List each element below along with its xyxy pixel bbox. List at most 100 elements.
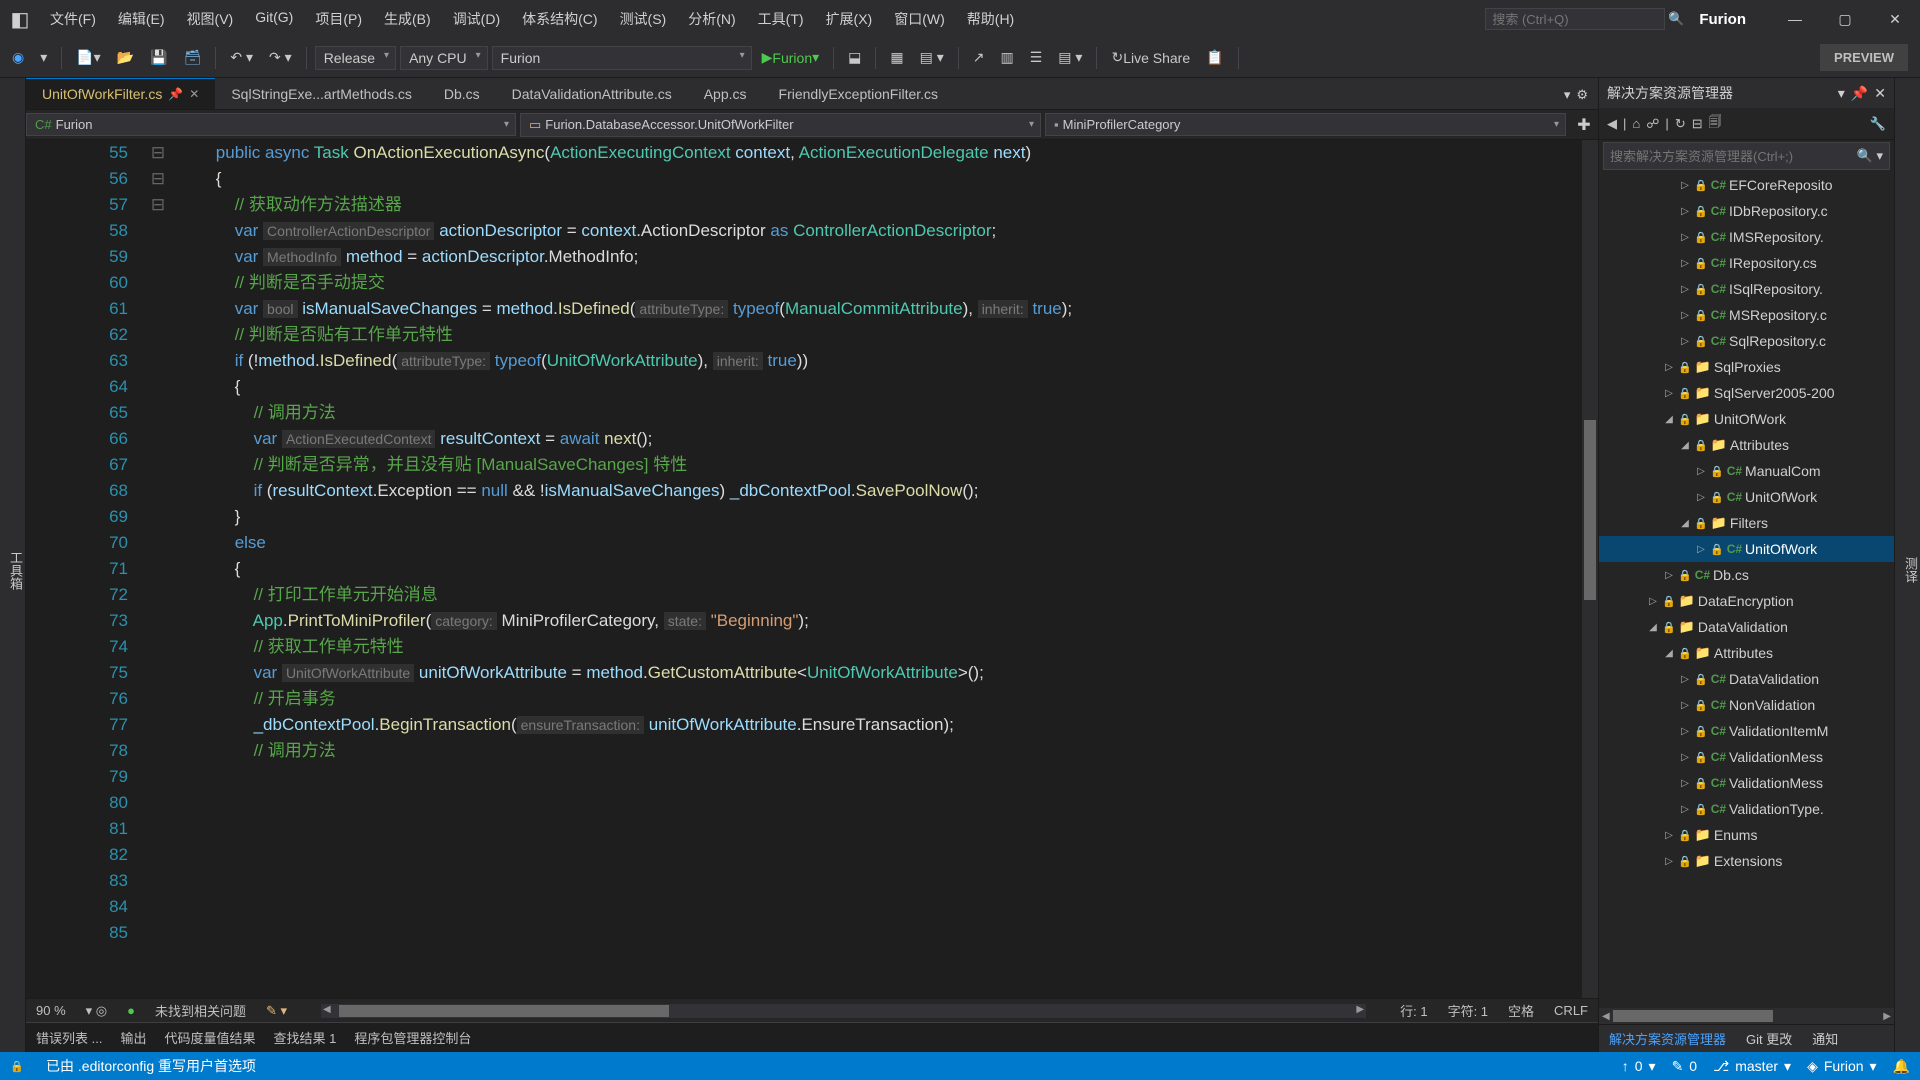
brush-icon[interactable]: ✎ ▾ — [266, 1003, 287, 1019]
tree-item[interactable]: ▷🔒C#ValidationMess — [1599, 770, 1894, 796]
editor-tab[interactable]: UnitOfWorkFilter.cs📌✕ — [26, 78, 215, 109]
menu-item[interactable]: 生成(B) — [374, 1, 441, 37]
close-tab-icon[interactable]: ✕ — [189, 87, 199, 101]
scope-combo[interactable]: C#Furion — [26, 113, 516, 136]
live-share-button[interactable]: ↻ Live Share — [1105, 45, 1196, 70]
expand-icon[interactable]: ▷ — [1663, 570, 1675, 581]
se-back-icon[interactable]: ◀ — [1607, 116, 1617, 132]
notifications-icon[interactable]: 🔔 — [1893, 1058, 1910, 1075]
editor-tab[interactable]: Db.cs — [428, 79, 496, 109]
tree-item[interactable]: ▷🔒📁Extensions — [1599, 848, 1894, 874]
expand-icon[interactable]: ▷ — [1679, 804, 1691, 815]
startup-project-combo[interactable]: Furion — [492, 46, 752, 70]
menu-item[interactable]: 视图(V) — [177, 1, 244, 37]
expand-icon[interactable]: ◢ — [1663, 648, 1675, 659]
menu-item[interactable]: 扩展(X) — [816, 1, 883, 37]
config-combo[interactable]: Release — [315, 46, 396, 70]
expand-icon[interactable]: ▷ — [1679, 180, 1691, 191]
preview-badge[interactable]: PREVIEW — [1820, 44, 1908, 71]
expand-icon[interactable]: ▷ — [1647, 596, 1659, 607]
minimize-button[interactable]: — — [1770, 0, 1820, 38]
menu-item[interactable]: 编辑(E) — [108, 1, 175, 37]
split-editor-button[interactable]: ✚ — [1570, 115, 1598, 135]
editor-tab[interactable]: DataValidationAttribute.cs — [496, 79, 688, 109]
tree-item[interactable]: ▷🔒C#EFCoreReposito — [1599, 172, 1894, 198]
tree-item[interactable]: ▷🔒C#ISqlRepository. — [1599, 276, 1894, 302]
fold-column[interactable]: ⊟⊟⊟ — [146, 140, 170, 998]
run-button[interactable]: ▶ Furion ▾ — [756, 45, 826, 70]
tree-item[interactable]: ▷🔒C#ValidationItemM — [1599, 718, 1894, 744]
maximize-button[interactable]: ▢ — [1820, 0, 1870, 38]
open-button[interactable]: 📂 — [111, 45, 140, 70]
repo-chip[interactable]: ◈ Furion ▾ — [1807, 1058, 1877, 1075]
vertical-scrollbar[interactable] — [1582, 140, 1598, 998]
nav-back-icon[interactable]: ▾ — [34, 45, 53, 70]
expand-icon[interactable]: ▷ — [1679, 700, 1691, 711]
tree-item[interactable]: ▷🔒📁Enums — [1599, 822, 1894, 848]
tree-item[interactable]: ▷🔒C#Db.cs — [1599, 562, 1894, 588]
bottom-window-tab[interactable]: 输出 — [120, 1028, 146, 1047]
expand-icon[interactable]: ▷ — [1679, 284, 1691, 295]
tool-icon-5[interactable]: ▥ — [995, 45, 1020, 70]
tree-item[interactable]: ▷🔒C#IRepository.cs — [1599, 250, 1894, 276]
zoom-dropdown-icon[interactable]: ▾ ◎ — [86, 1003, 107, 1019]
publish-chip[interactable]: ↑ 0 ▾ — [1622, 1058, 1656, 1075]
expand-icon[interactable]: ▷ — [1679, 258, 1691, 269]
expand-icon[interactable]: ▷ — [1663, 830, 1675, 841]
whitespace-mode[interactable]: 空格 — [1508, 1001, 1534, 1020]
expand-icon[interactable]: ▷ — [1695, 466, 1707, 477]
menu-item[interactable]: 项目(P) — [305, 1, 372, 37]
se-showall-icon[interactable]: 🗐 — [1709, 113, 1722, 135]
menu-item[interactable]: 测试(S) — [610, 1, 677, 37]
menu-item[interactable]: 窗口(W) — [884, 1, 955, 37]
panel-close-icon[interactable]: ✕ — [1874, 85, 1886, 102]
member-combo[interactable]: ▪MiniProfilerCategory — [1045, 113, 1566, 136]
tool-icon-7[interactable]: ▤ ▾ — [1052, 45, 1088, 70]
expand-icon[interactable]: ▷ — [1695, 544, 1707, 555]
feedback-icon[interactable]: 📋 — [1200, 45, 1229, 70]
se-collapse-icon[interactable]: ⊟ — [1692, 116, 1703, 132]
expand-icon[interactable]: ▷ — [1679, 310, 1691, 321]
tree-horizontal-scrollbar[interactable] — [1599, 1008, 1894, 1024]
expand-icon[interactable]: ▷ — [1679, 674, 1691, 685]
side-tab[interactable]: Git 更改 — [1736, 1024, 1802, 1052]
menu-item[interactable]: 调试(D) — [443, 1, 510, 37]
tree-item[interactable]: ◢🔒📁Attributes — [1599, 640, 1894, 666]
tree-item[interactable]: ▷🔒C#UnitOfWork — [1599, 484, 1894, 510]
expand-icon[interactable]: ▷ — [1679, 752, 1691, 763]
tree-item[interactable]: ◢🔒📁DataValidation — [1599, 614, 1894, 640]
se-sync-icon[interactable]: ☍ — [1646, 116, 1659, 132]
expand-icon[interactable]: ▷ — [1679, 232, 1691, 243]
menu-item[interactable]: 分析(N) — [678, 1, 745, 37]
editor-tab[interactable]: App.cs — [688, 79, 763, 109]
expand-icon[interactable]: ◢ — [1679, 518, 1691, 529]
eol-mode[interactable]: CRLF — [1554, 1003, 1588, 1018]
tree-item[interactable]: ▷🔒C#IDbRepository.c — [1599, 198, 1894, 224]
tree-item[interactable]: ▷🔒C#DataValidation — [1599, 666, 1894, 692]
expand-icon[interactable]: ◢ — [1679, 440, 1691, 451]
close-button[interactable]: ✕ — [1870, 0, 1920, 38]
se-wrench-icon[interactable]: 🔧 — [1870, 116, 1886, 132]
solution-search-input[interactable] — [1610, 149, 1857, 164]
solution-search[interactable]: 🔍 ▾ — [1603, 142, 1890, 170]
expand-icon[interactable]: ▷ — [1679, 778, 1691, 789]
platform-combo[interactable]: Any CPU — [400, 46, 488, 70]
tool-icon-1[interactable]: ⬓ — [842, 45, 867, 70]
expand-icon[interactable]: ▷ — [1663, 856, 1675, 867]
save-all-button[interactable]: 🗃 — [178, 45, 208, 70]
tree-item[interactable]: ▷🔒C#NonValidation — [1599, 692, 1894, 718]
undo-button[interactable]: ↶ ▾ — [224, 45, 259, 70]
right-tool-margin[interactable]: 测译 — [1894, 78, 1920, 1052]
menu-item[interactable]: Git(G) — [245, 1, 303, 37]
new-item-button[interactable]: 📄▾ — [70, 45, 106, 70]
tool-icon-4[interactable]: ↗ — [967, 45, 991, 70]
type-combo[interactable]: ▭Furion.DatabaseAccessor.UnitOfWorkFilte… — [520, 113, 1041, 137]
tree-item[interactable]: ▷🔒C#IMSRepository. — [1599, 224, 1894, 250]
horizontal-scrollbar[interactable] — [321, 1004, 1366, 1018]
pending-chip[interactable]: ✎ 0 — [1672, 1058, 1698, 1075]
bottom-window-tab[interactable]: 代码度量值结果 — [164, 1028, 255, 1047]
bottom-window-tab[interactable]: 查找结果 1 — [273, 1028, 336, 1047]
tree-item[interactable]: ◢🔒📁Filters — [1599, 510, 1894, 536]
redo-button[interactable]: ↷ ▾ — [263, 45, 298, 70]
tool-icon-6[interactable]: ☰ — [1024, 45, 1049, 70]
